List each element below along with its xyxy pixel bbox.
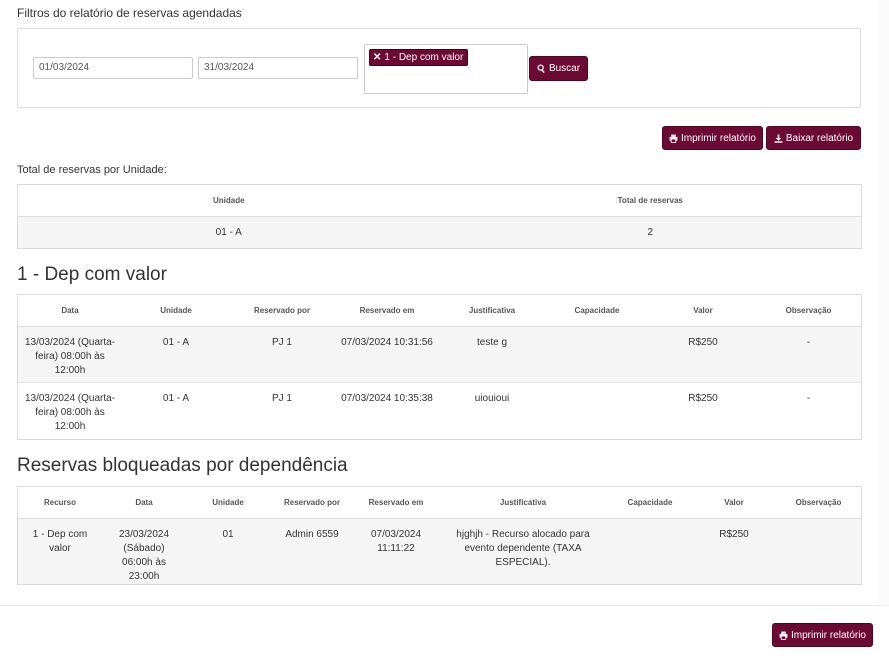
table-cell: 13/03/2024 (Quarta-feira) 08:00h às 12:0… <box>18 326 122 383</box>
table-cell: 13/03/2024 (Quarta-feira) 08:00h às 12:0… <box>18 382 122 439</box>
date-end-input[interactable]: 31/03/2024 <box>198 57 358 79</box>
table-row: 13/03/2024 (Quarta-feira) 08:00h às 12:0… <box>18 382 861 439</box>
column-header: Unidade <box>122 295 230 327</box>
search-icon <box>537 64 545 73</box>
download-report-label: Baixar relatório <box>785 132 854 144</box>
print-report-label: Imprimir relatório <box>680 132 756 144</box>
column-header: Observação <box>756 295 861 327</box>
table-cell: Admin 6559 <box>270 518 354 584</box>
download-icon <box>774 134 783 143</box>
column-header: Reservado em <box>334 295 440 327</box>
table-cell: PJ 1 <box>230 382 334 439</box>
footer-print-button[interactable]: Imprimir relatório <box>772 623 873 647</box>
column-header: Valor <box>692 487 776 519</box>
table-cell: - <box>756 382 861 439</box>
footer-print-label: Imprimir relatório <box>790 629 866 641</box>
column-header: Data <box>18 295 122 327</box>
table-row: 13/03/2024 (Quarta-feira) 08:00h às 12:0… <box>18 326 861 383</box>
table-cell: R$250 <box>650 326 756 383</box>
table-cell <box>608 518 692 584</box>
search-button[interactable]: Buscar <box>529 56 588 81</box>
column-header: Data <box>102 487 186 519</box>
table-cell: 01 <box>186 518 270 584</box>
download-report-button[interactable]: Baixar relatório <box>766 126 861 150</box>
resource-reservations-table: Data Unidade Reservado por Reservado em … <box>17 294 862 440</box>
table-row: 1 - Dep com valor 23/03/2024 (Sábado) 06… <box>18 518 861 584</box>
chip-label: 1 - Dep com valor <box>384 52 464 63</box>
table-cell: R$250 <box>692 518 776 584</box>
column-header: Reservado por <box>270 487 354 519</box>
selected-resource-chip: ✕ 1 - Dep com valor <box>369 49 469 66</box>
table-cell: hjghjh - Recurso alocado para evento dep… <box>438 518 608 584</box>
table-cell: 2 <box>439 216 861 248</box>
column-header: Valor <box>650 295 756 327</box>
printer-icon <box>669 134 678 143</box>
footer-bar: Imprimir relatório <box>0 605 889 669</box>
column-header: Unidade <box>18 185 440 217</box>
table-cell: - <box>756 326 861 383</box>
summary-table: Unidade Total de reservas 01 - A 2 <box>17 184 862 249</box>
search-button-label: Buscar <box>548 63 581 74</box>
printer-icon <box>779 631 788 640</box>
date-start-input[interactable]: 01/03/2024 <box>33 57 193 79</box>
table-cell: teste g <box>440 326 544 383</box>
table-cell: 07/03/2024 11:11:22 <box>354 518 438 584</box>
table-cell <box>544 382 650 439</box>
resource-section-title: 1 - Dep com valor <box>17 264 167 285</box>
table-cell: 07/03/2024 10:35:38 <box>334 382 440 439</box>
print-report-button[interactable]: Imprimir relatório <box>662 126 763 150</box>
table-cell: PJ 1 <box>230 326 334 383</box>
table-cell: 23/03/2024 (Sábado) 06:00h às 23:00h <box>102 518 186 584</box>
table-cell: 01 - A <box>122 382 230 439</box>
table-cell: 1 - Dep com valor <box>18 518 102 584</box>
column-header: Reservado em <box>354 487 438 519</box>
table-cell: uiouioui <box>440 382 544 439</box>
blocked-section-title: Reservas bloqueadas por dependência <box>17 455 348 476</box>
page-edge <box>878 0 889 605</box>
table-cell: 01 - A <box>122 326 230 383</box>
column-header: Justificativa <box>440 295 544 327</box>
column-header: Capacidade <box>544 295 650 327</box>
summary-title: Total de reservas por Unidade: <box>17 164 167 176</box>
table-cell: R$250 <box>650 382 756 439</box>
report-content: Filtros do relatório de reservas agendad… <box>0 0 878 605</box>
column-header: Reservado por <box>230 295 334 327</box>
filter-panel: 01/03/2024 31/03/2024 ✕ 1 - Dep com valo… <box>17 28 861 108</box>
table-cell: 07/03/2024 10:31:56 <box>334 326 440 383</box>
column-header: Observação <box>776 487 861 519</box>
column-header: Capacidade <box>608 487 692 519</box>
table-row: 01 - A 2 <box>18 216 861 248</box>
filters-title: Filtros do relatório de reservas agendad… <box>17 6 242 20</box>
column-header: Justificativa <box>438 487 608 519</box>
table-cell: 01 - A <box>18 216 440 248</box>
close-icon[interactable]: ✕ <box>373 50 381 65</box>
column-header: Total de reservas <box>439 185 861 217</box>
table-cell <box>544 326 650 383</box>
blocked-reservations-table: Recurso Data Unidade Reservado por Reser… <box>17 486 862 585</box>
column-header: Unidade <box>186 487 270 519</box>
resource-multiselect[interactable]: ✕ 1 - Dep com valor <box>364 44 528 94</box>
table-cell <box>776 518 861 584</box>
column-header: Recurso <box>18 487 102 519</box>
